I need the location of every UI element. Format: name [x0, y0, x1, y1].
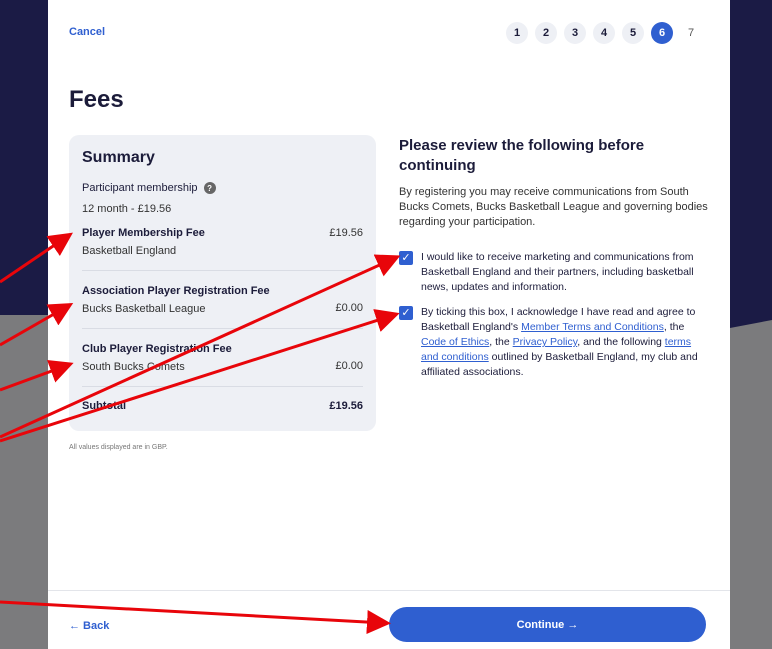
- fee-amount: £19.56: [329, 227, 363, 239]
- registration-panel: Cancel 1 2 3 4 5 6 7 Fees Summary Partic…: [48, 0, 730, 649]
- fee-org: Bucks Basketball League: [82, 303, 206, 315]
- fee-row: Association Player Registration Fee Buck…: [82, 285, 363, 315]
- step-indicator: 1 2 3 4 5 6 7: [506, 22, 702, 44]
- step-3[interactable]: 3: [564, 22, 586, 44]
- subtotal-label: Subtotal: [82, 400, 126, 412]
- step-6-active: 6: [651, 22, 673, 44]
- cancel-link[interactable]: Cancel: [69, 26, 105, 38]
- divider: [82, 270, 363, 271]
- step-5[interactable]: 5: [622, 22, 644, 44]
- step-7: 7: [687, 27, 695, 39]
- review-intro: By registering you may receive communica…: [399, 186, 708, 228]
- membership-detail: 12 month - £19.56: [82, 203, 172, 215]
- member-terms-link[interactable]: Member Terms and Conditions: [521, 321, 664, 333]
- terms-checkbox[interactable]: ✓: [399, 306, 413, 320]
- step-4[interactable]: 4: [593, 22, 615, 44]
- terms-text-part: , the: [663, 321, 685, 333]
- membership-label: Participant membership: [82, 182, 198, 194]
- subtotal-row: Subtotal £19.56: [82, 400, 363, 412]
- footer-divider: [48, 590, 730, 591]
- marketing-text: I would like to receive marketing and co…: [421, 251, 694, 293]
- step-2[interactable]: 2: [535, 22, 557, 44]
- fee-name: Club Player Registration Fee: [82, 343, 232, 355]
- fee-name: Player Membership Fee: [82, 227, 205, 239]
- privacy-policy-link[interactable]: Privacy Policy: [513, 336, 578, 348]
- back-link[interactable]: ← Back: [69, 620, 109, 632]
- terms-consent-row[interactable]: ✓ By ticking this box, I acknowledge I h…: [399, 305, 709, 380]
- fee-row: Club Player Registration Fee South Bucks…: [82, 343, 363, 373]
- summary-card: Summary Participant membership ? 12 mont…: [69, 135, 376, 431]
- marketing-checkbox[interactable]: ✓: [399, 251, 413, 265]
- review-section: Please review the following before conti…: [399, 136, 709, 230]
- subtotal-amount: £19.56: [329, 400, 363, 412]
- code-of-ethics-link[interactable]: Code of Ethics: [421, 336, 489, 348]
- terms-text-part: , and the following: [577, 336, 665, 348]
- fee-org: South Bucks Comets: [82, 361, 185, 373]
- currency-note: All values displayed are in GBP.: [69, 444, 168, 451]
- help-icon[interactable]: ?: [203, 182, 216, 194]
- fee-amount: £0.00: [335, 302, 363, 314]
- terms-text-part: , the: [489, 336, 513, 348]
- fee-org: Basketball England: [82, 245, 177, 257]
- page-title: Fees: [69, 86, 124, 113]
- terms-text: By ticking this box, I acknowledge I hav…: [421, 305, 709, 380]
- review-title: Please review the following before conti…: [399, 137, 645, 174]
- fee-name: Association Player Registration Fee: [82, 285, 270, 297]
- fee-amount: £0.00: [335, 360, 363, 372]
- divider: [82, 328, 363, 329]
- divider: [82, 386, 363, 387]
- step-1[interactable]: 1: [506, 22, 528, 44]
- continue-button[interactable]: Continue →: [389, 607, 706, 642]
- membership-row: Participant membership ?: [82, 182, 216, 194]
- fee-row: Player Membership Fee Basketball England…: [82, 227, 363, 257]
- marketing-consent-row[interactable]: ✓ I would like to receive marketing and …: [399, 250, 709, 295]
- summary-title: Summary: [82, 149, 155, 166]
